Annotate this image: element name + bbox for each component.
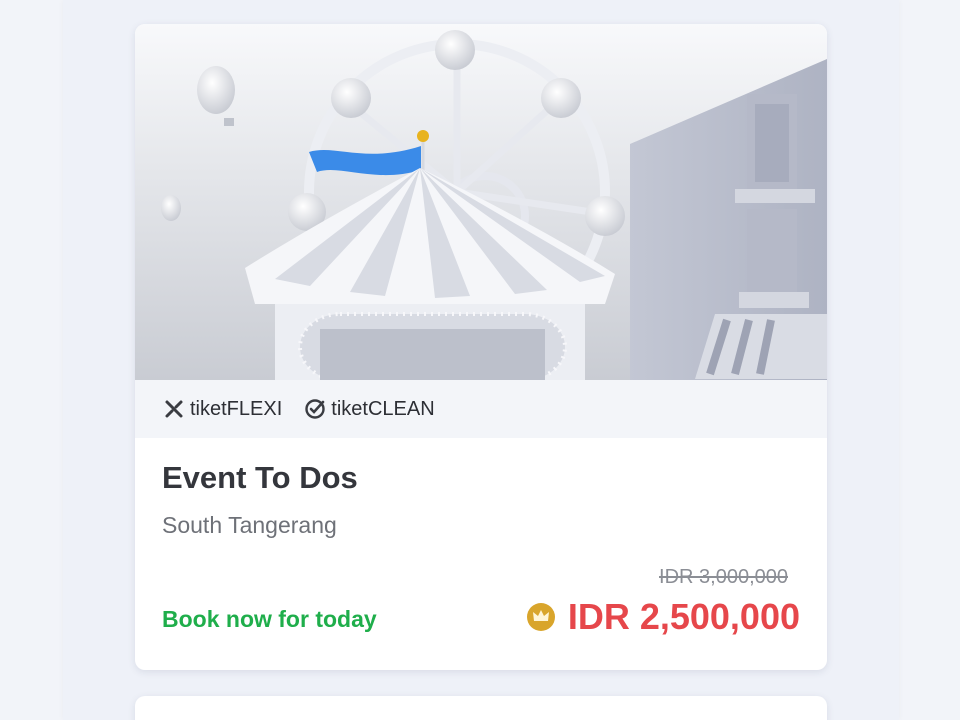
- carnival-illustration: [135, 24, 827, 380]
- crown-icon: [526, 602, 556, 632]
- badge-tiketclean: tiketCLEAN: [304, 397, 435, 421]
- event-details: Event To Dos South Tangerang IDR 3,000,0…: [162, 438, 800, 670]
- page: tiketFLEXI tiketCLEAN Event To Dos South…: [0, 0, 960, 720]
- event-location: South Tangerang: [162, 512, 337, 538]
- badge-label: tiketFLEXI: [190, 397, 283, 420]
- price-row: IDR 2,500,000: [526, 596, 800, 638]
- event-image[interactable]: [135, 24, 827, 380]
- next-event-card[interactable]: [135, 696, 827, 720]
- clean-check-icon: [304, 398, 326, 420]
- original-price: IDR 3,000,000: [659, 566, 788, 588]
- event-title[interactable]: Event To Dos: [162, 460, 358, 496]
- discount-price: IDR 2,500,000: [567, 596, 800, 637]
- book-now-label: Book now for today: [162, 606, 377, 632]
- flexi-icon: [163, 398, 185, 420]
- badge-tiketflexi: tiketFLEXI: [163, 398, 282, 421]
- badge-label: tiketCLEAN: [331, 397, 435, 420]
- feature-badges: tiketFLEXI tiketCLEAN: [135, 380, 827, 438]
- event-card[interactable]: tiketFLEXI tiketCLEAN Event To Dos South…: [135, 24, 827, 670]
